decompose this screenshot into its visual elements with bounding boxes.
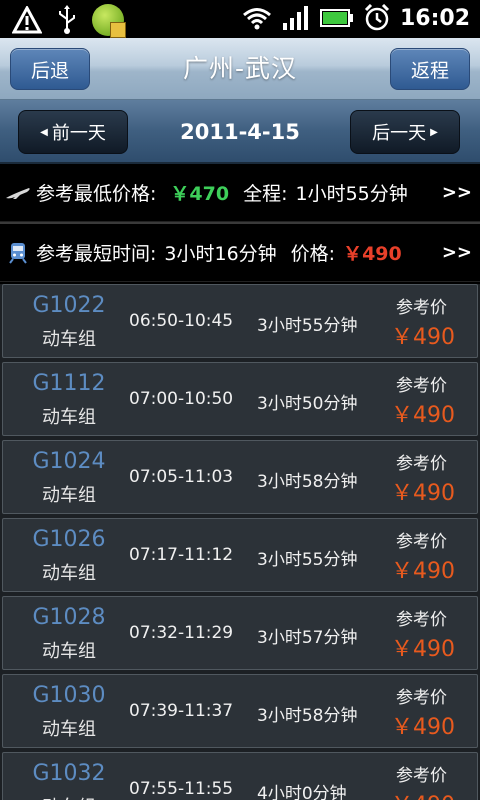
status-bar-system: 16:02 [242,4,470,32]
train-schedule: 07:32-11:29 [129,623,234,643]
price-value: ￥490 [391,559,455,584]
usb-icon [59,5,75,34]
train-type: 动车组 [42,563,96,584]
table-row[interactable]: G1030 动车组 07:39-11:37 3小时58分钟 参考价 ￥490 [2,674,478,748]
date-bar: 2011-4-15 ◀ 前一天 后一天 ▶ [0,100,480,164]
train-schedule: 07:05-11:03 [129,467,234,487]
train-schedule: 07:00-10:50 [129,389,234,409]
train-icon [9,242,27,264]
clock: 16:02 [399,5,470,31]
next-day-label: 后一天 [372,123,427,144]
plane-icon [6,187,30,199]
train-schedule: 07:17-11:12 [129,545,234,565]
train-type: 动车组 [42,485,96,506]
price-label: 参考价 [396,532,447,552]
flight-more-arrow[interactable]: >> [442,182,472,203]
previous-day-label: 前一天 [51,123,106,144]
next-day-button[interactable]: 后一天 ▶ [350,110,460,154]
train-duration: 4小时0分钟 [257,784,347,800]
return-trip-button[interactable]: 返程 [390,48,470,90]
lowest-price-label: 参考最低价格: [36,183,157,205]
back-button[interactable]: 后退 [10,48,90,90]
title-bar: 广州-武汉 后退 返程 [0,38,480,100]
shortest-time-value: 3小时16分钟 [164,243,277,265]
train-schedule: 07:55-11:55 [129,779,234,799]
table-row[interactable]: G1022 动车组 06:50-10:45 3小时55分钟 参考价 ￥490 [2,284,478,358]
price-label: 参考价 [396,610,447,630]
shortest-time-label: 参考最短时间: [36,243,157,265]
train-type: 动车组 [42,329,96,350]
flight-summary-row[interactable]: 参考最低价格: ￥470 全程: 1小时55分钟 >> [0,164,480,222]
train-duration: 3小时50分钟 [257,394,358,414]
train-price-value: ￥490 [343,243,402,265]
flight-duration-label: 全程: [243,183,288,205]
train-number: G1112 [32,371,106,396]
train-price-label: 价格: [290,243,336,265]
train-number: G1030 [32,683,106,708]
price-value: ￥490 [391,481,455,506]
train-duration: 3小时55分钟 [257,316,358,336]
train-number: G1028 [32,605,106,630]
train-more-arrow[interactable]: >> [442,242,472,263]
train-summary-row[interactable]: 参考最短时间: 3小时16分钟 价格: ￥490 >> [0,224,480,282]
price-label: 参考价 [396,298,447,318]
train-list[interactable]: G1022 动车组 06:50-10:45 3小时55分钟 参考价 ￥490 G… [0,284,480,800]
table-row[interactable]: G1112 动车组 07:00-10:50 3小时50分钟 参考价 ￥490 [2,362,478,436]
price-value: ￥490 [391,637,455,662]
price-label: 参考价 [396,766,447,786]
app-notification-icon [92,4,126,38]
signal-icon [282,6,308,30]
train-number: G1032 [32,761,106,786]
train-number: G1022 [32,293,106,318]
train-number: G1024 [32,449,106,474]
table-row[interactable]: G1032 动车组 07:55-11:55 4小时0分钟 参考价 ￥490 [2,752,478,800]
train-type: 动车组 [3,793,135,800]
train-duration: 3小时58分钟 [257,706,358,726]
status-bar: 16:02 [0,0,480,38]
train-duration: 3小时57分钟 [257,628,358,648]
train-type: 动车组 [42,407,96,428]
warning-icon [12,6,42,34]
flight-duration-value: 1小时55分钟 [295,183,408,205]
price-value: ￥490 [391,403,455,428]
train-number: G1026 [32,527,106,552]
previous-day-button[interactable]: ◀ 前一天 [18,110,128,154]
price-label: 参考价 [396,688,447,708]
price-label: 参考价 [396,376,447,396]
table-row[interactable]: G1024 动车组 07:05-11:03 3小时58分钟 参考价 ￥490 [2,440,478,514]
table-row[interactable]: G1028 动车组 07:32-11:29 3小时57分钟 参考价 ￥490 [2,596,478,670]
price-value: ￥490 [391,325,455,350]
price-value: ￥490 [391,787,455,800]
arrow-right-icon: ▶ [430,126,438,138]
status-bar-notifications [12,4,126,38]
battery-icon [319,9,353,27]
train-schedule: 06:50-10:45 [129,311,234,331]
lowest-price-value: ￥470 [170,183,230,205]
table-row[interactable]: G1026 动车组 07:17-11:12 3小时55分钟 参考价 ￥490 [2,518,478,592]
train-duration: 3小时55分钟 [257,550,358,570]
train-type: 动车组 [42,641,96,662]
wifi-icon [243,8,271,30]
price-label: 参考价 [396,454,447,474]
train-type: 动车组 [42,719,96,740]
train-duration: 3小时58分钟 [257,472,358,492]
arrow-left-icon: ◀ [40,126,48,138]
price-value: ￥490 [391,715,455,740]
alarm-icon [364,4,390,31]
train-schedule: 07:39-11:37 [129,701,234,721]
